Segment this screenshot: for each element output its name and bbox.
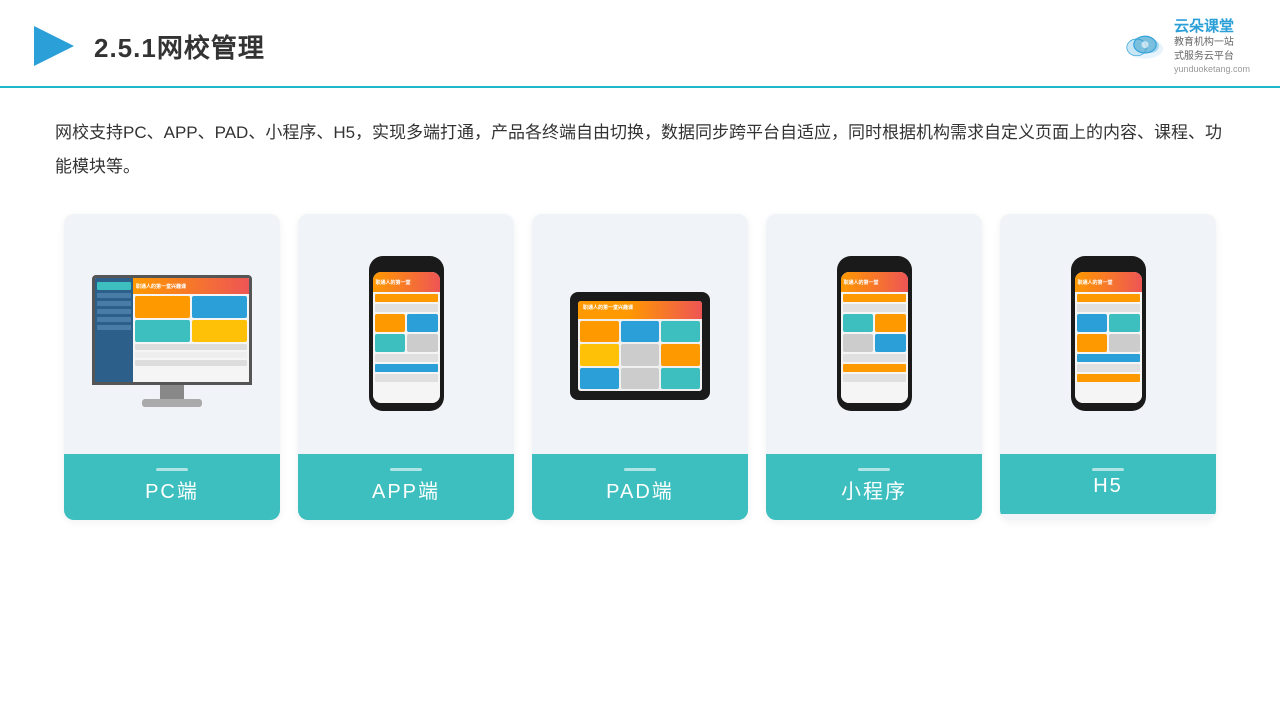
phone-body-app: 职通人的第一堂 (369, 256, 444, 411)
phone-body-inner2 (841, 292, 908, 403)
pad-header: 职通人的第一堂兴趣课 (578, 301, 702, 319)
phone-header2: 职通人的第一堂 (841, 272, 908, 292)
pad-block (621, 344, 660, 365)
card-miniapp[interactable]: 职通人的第一堂 (766, 214, 982, 520)
card-pad[interactable]: 职通人的第一堂兴趣课 (532, 214, 748, 520)
pad-block (621, 321, 660, 342)
header: 2.5.1网校管理 云朵课堂 教育机构一站式服务云平台 yunduoketang… (0, 0, 1280, 88)
monitor-screen: 职通人的第一堂兴趣课 (92, 275, 252, 385)
phone-header3: 职通人的第一堂 (1075, 272, 1142, 292)
card-pc[interactable]: 职通人的第一堂兴趣课 (64, 214, 280, 520)
play-icon (30, 22, 78, 70)
description-text: 网校支持PC、APP、PAD、小程序、H5，实现多端打通，产品各终端自由切换，数… (55, 116, 1225, 184)
grid-item (875, 334, 906, 352)
phone-body-miniapp: 职通人的第一堂 (837, 256, 912, 411)
p-row (843, 354, 906, 362)
grid-item (375, 334, 406, 352)
phone-body-inner3 (1075, 292, 1142, 403)
card-label-h5: H5 (1000, 454, 1216, 514)
pad-block (580, 321, 619, 342)
phone-screen-miniapp: 职通人的第一堂 (841, 272, 908, 403)
cards-container: 职通人的第一堂兴趣课 (55, 214, 1225, 520)
grid-item (375, 314, 406, 332)
pad-mockup: 职通人的第一堂兴趣课 (570, 292, 710, 400)
card-label-app: APP端 (298, 454, 514, 520)
logo-url: yunduoketang.com (1174, 64, 1250, 74)
logo-tagline: 教育机构一站式服务云平台 (1174, 36, 1250, 64)
card-image-pad: 职通人的第一堂兴趣课 (532, 214, 748, 454)
p-row (375, 374, 438, 382)
pad-block (580, 344, 619, 365)
phone-grid (375, 314, 438, 352)
phone-body-h5: 职通人的第一堂 (1071, 256, 1146, 411)
p-row (1077, 294, 1140, 302)
logo-area: 云朵课堂 教育机构一站式服务云平台 yunduoketang.com (1124, 18, 1250, 74)
phone-mockup-h5: 职通人的第一堂 (1071, 256, 1146, 411)
p-row (843, 364, 906, 372)
label-bar (156, 468, 188, 471)
phone-grid2 (843, 314, 906, 352)
label-bar (624, 468, 656, 471)
grid-item (1109, 334, 1140, 352)
p-row (843, 304, 906, 312)
label-bar (858, 468, 890, 471)
card-image-h5: 职通人的第一堂 (1000, 214, 1216, 454)
card-label-miniapp: 小程序 (766, 454, 982, 520)
main-content: 网校支持PC、APP、PAD、小程序、H5，实现多端打通，产品各终端自由切换，数… (0, 88, 1280, 540)
monitor-neck (160, 385, 184, 399)
p-row (1077, 364, 1140, 372)
pad-block (621, 368, 660, 389)
card-app[interactable]: 职通人的第一堂 (298, 214, 514, 520)
label-bar (390, 468, 422, 471)
grid-item (1077, 314, 1108, 332)
card-label-pad: PAD端 (532, 454, 748, 520)
phone-screen-app: 职通人的第一堂 (373, 272, 440, 403)
p-row (843, 294, 906, 302)
phone-body-inner (373, 292, 440, 403)
cloud-icon (1124, 30, 1166, 62)
grid-item (875, 314, 906, 332)
p-row (375, 304, 438, 312)
grid-item (407, 314, 438, 332)
card-image-app: 职通人的第一堂 (298, 214, 514, 454)
p-row (843, 374, 906, 382)
phone-notch2 (863, 264, 885, 270)
pad-body: 职通人的第一堂兴趣课 (570, 292, 710, 400)
logo-text-group: 云朵课堂 教育机构一站式服务云平台 yunduoketang.com (1174, 18, 1250, 74)
card-label-pc: PC端 (64, 454, 280, 520)
monitor-mockup: 职通人的第一堂兴趣课 (92, 275, 252, 407)
pad-screen: 职通人的第一堂兴趣课 (578, 301, 702, 391)
pad-block (661, 321, 700, 342)
card-h5[interactable]: 职通人的第一堂 (1000, 214, 1216, 520)
pad-block (661, 344, 700, 365)
phone-screen-h5: 职通人的第一堂 (1075, 272, 1142, 403)
grid-item (407, 334, 438, 352)
header-left: 2.5.1网校管理 (30, 22, 265, 70)
card-image-miniapp: 职通人的第一堂 (766, 214, 982, 454)
p-row (375, 354, 438, 362)
grid-item (1109, 314, 1140, 332)
p-row (1077, 304, 1140, 312)
label-bar (1092, 468, 1124, 471)
monitor-base (142, 399, 202, 407)
page-title: 2.5.1网校管理 (94, 28, 265, 65)
grid-item (1077, 334, 1108, 352)
logo-name: 云朵课堂 (1174, 18, 1250, 36)
p-row (375, 294, 438, 302)
pad-body-inner (578, 319, 702, 391)
p-row (1077, 354, 1140, 362)
pad-block (580, 368, 619, 389)
card-image-pc: 职通人的第一堂兴趣课 (64, 214, 280, 454)
phone-notch (395, 264, 417, 270)
grid-item (843, 334, 874, 352)
phone-mockup-miniapp: 职通人的第一堂 (837, 256, 912, 411)
pad-block (661, 368, 700, 389)
p-row (375, 364, 438, 372)
phone-grid3 (1077, 314, 1140, 352)
p-row (1077, 374, 1140, 382)
phone-header: 职通人的第一堂 (373, 272, 440, 292)
grid-item (843, 314, 874, 332)
phone-notch3 (1097, 264, 1119, 270)
phone-mockup-app: 职通人的第一堂 (369, 256, 444, 411)
